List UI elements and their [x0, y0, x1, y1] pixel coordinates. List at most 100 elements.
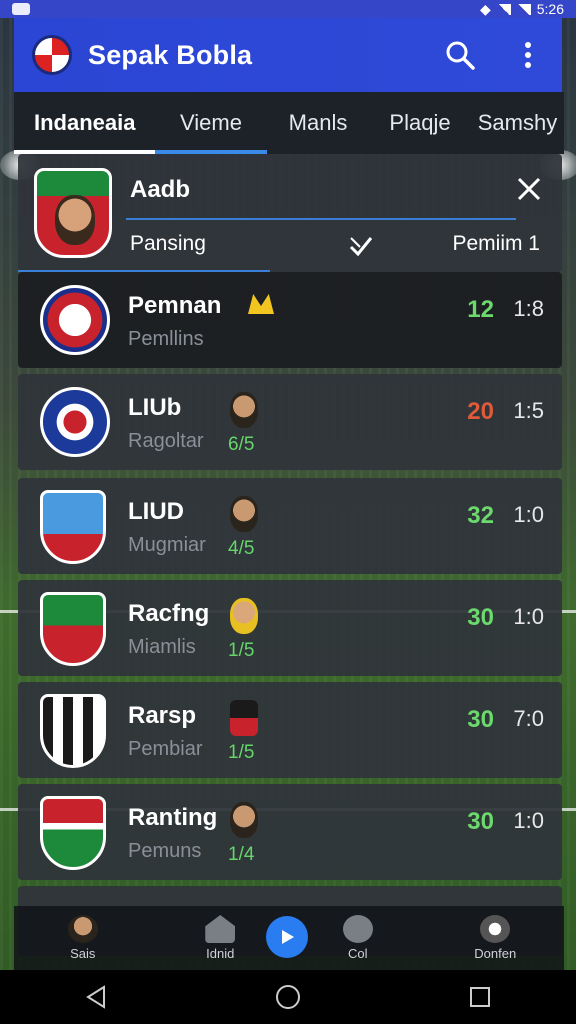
match-title: LIUD — [128, 498, 184, 525]
app-logo — [32, 35, 72, 75]
tab-bar: Indaneaia Vieme Manls Plaqje Samshy — [14, 92, 564, 154]
match-item[interactable]: LIUb Ragoltar 6/5 20 1:5 — [18, 374, 562, 470]
match-time: 1:0 — [513, 502, 544, 527]
recents-button[interactable] — [465, 982, 495, 1012]
main-content: Aadb Pansing Pemiim 1 Pemnan Pemllins 12… — [14, 154, 564, 1024]
tab-plaqje[interactable]: Plaqje — [369, 92, 471, 154]
nav-item-sais[interactable]: Sais — [33, 915, 133, 961]
tab-manls[interactable]: Manls — [267, 92, 369, 154]
search-icon — [446, 41, 475, 70]
match-time: 1:5 — [513, 398, 544, 423]
nav-label: Col — [347, 946, 368, 961]
close-button[interactable] — [512, 172, 546, 206]
match-ratio: 1/5 — [228, 742, 255, 763]
team-mini-crest — [230, 700, 258, 736]
match-ratio: 6/5 — [228, 434, 255, 455]
wifi-icon: ◆ — [479, 0, 491, 17]
nav-label: Sais — [70, 946, 96, 961]
nav-item-donfen[interactable]: Donfen — [445, 915, 545, 961]
match-item[interactable]: Racfng Miamlis 1/5 30 1:0 — [18, 580, 562, 676]
play-button[interactable] — [266, 916, 308, 958]
tab-indicator — [155, 150, 267, 154]
player-filter-card: Aadb Pansing Pemiim 1 — [18, 154, 562, 272]
home-circle-icon — [276, 985, 300, 1009]
battery-icon — [516, 3, 531, 15]
status-bar: ◆ 5:26 — [0, 0, 576, 18]
team-crest — [40, 490, 106, 564]
chat-icon — [342, 915, 373, 943]
notification-icon — [12, 3, 30, 15]
filter-toggle[interactable] — [348, 234, 374, 258]
home-icon — [205, 915, 236, 943]
match-score: 30 — [467, 604, 494, 631]
match-time: 1:0 — [513, 604, 544, 629]
player-avatar — [230, 598, 258, 634]
match-score: 32 — [467, 502, 494, 529]
match-time: 1:0 — [513, 808, 544, 833]
match-subtitle: Pembiar — [128, 738, 203, 760]
status-time: 5:26 — [536, 1, 564, 17]
avatar-icon — [67, 915, 98, 943]
match-score: 12 — [467, 296, 494, 323]
nav-label: Donfen — [474, 946, 517, 961]
back-icon — [86, 985, 105, 1009]
match-subtitle: Pemuns — [128, 840, 202, 862]
team-crest — [40, 285, 110, 355]
match-item[interactable]: Pemnan Pemllins 12 1:8 — [18, 272, 562, 368]
play-icon — [282, 930, 294, 944]
nav-item-idnid[interactable]: Idnid — [170, 915, 270, 961]
team-crest — [40, 387, 110, 457]
tab-vieme[interactable]: Vieme — [155, 92, 267, 154]
tab-indaneaia[interactable]: Indaneaia — [14, 92, 155, 154]
match-subtitle: Pemllins — [128, 328, 204, 350]
more-vert-icon — [525, 42, 531, 68]
nav-label: Idnid — [206, 946, 235, 961]
match-ratio: 1/4 — [228, 844, 255, 865]
back-button[interactable] — [81, 982, 111, 1012]
active-tab-indicator — [14, 150, 155, 154]
match-item[interactable]: LIUD Mugmiar 4/5 32 1:0 — [18, 478, 562, 574]
match-title: Ranting — [128, 804, 218, 831]
team-crest — [40, 592, 106, 666]
match-time: 7:0 — [513, 706, 544, 731]
team-crest — [40, 796, 106, 870]
match-subtitle: Miamlis — [128, 636, 196, 658]
team-crest — [40, 694, 106, 768]
tab-samshy[interactable]: Samshy — [471, 92, 564, 154]
filter-label: Pansing — [130, 232, 206, 255]
home-button[interactable] — [273, 982, 303, 1012]
match-title: Pemnan — [128, 292, 222, 319]
ball-icon — [480, 915, 511, 943]
recents-icon — [470, 987, 490, 1007]
match-title: Racfng — [128, 600, 210, 627]
crown-icon — [248, 294, 274, 314]
status-icons: ◆ 5:26 — [480, 1, 564, 18]
player-name: Aadb — [130, 176, 190, 203]
match-item[interactable]: Ranting Pemuns 1/4 30 1:0 — [18, 784, 562, 880]
match-ratio: 4/5 — [228, 538, 255, 559]
system-navigation-bar — [0, 970, 576, 1024]
more-options-button[interactable] — [512, 39, 544, 71]
match-subtitle: Mugmiar — [128, 534, 206, 556]
app-bar: Sepak Bobla — [14, 18, 562, 92]
match-score: 20 — [467, 398, 494, 425]
filter-value[interactable]: Pemiim 1 — [452, 232, 540, 256]
signal-icon — [496, 3, 511, 15]
nav-item-col[interactable]: Col — [308, 915, 408, 961]
match-score: 30 — [467, 706, 494, 733]
match-title: LIUb — [128, 394, 182, 421]
filter-row: Pansing Pemiim 1 — [18, 220, 562, 272]
match-time: 1:8 — [513, 296, 544, 321]
match-title: Rarsp — [128, 702, 197, 729]
player-avatar — [230, 496, 258, 532]
close-icon — [517, 177, 541, 201]
app-title: Sepak Bobla — [88, 39, 253, 70]
match-ratio: 1/5 — [228, 640, 255, 661]
match-score: 30 — [467, 808, 494, 835]
match-subtitle: Ragoltar — [128, 430, 204, 452]
player-avatar — [230, 392, 258, 428]
check-icon — [349, 237, 373, 257]
match-item[interactable]: Rarsp Pembiar 1/5 30 7:0 — [18, 682, 562, 778]
search-button[interactable] — [444, 39, 476, 71]
player-avatar — [230, 802, 258, 838]
